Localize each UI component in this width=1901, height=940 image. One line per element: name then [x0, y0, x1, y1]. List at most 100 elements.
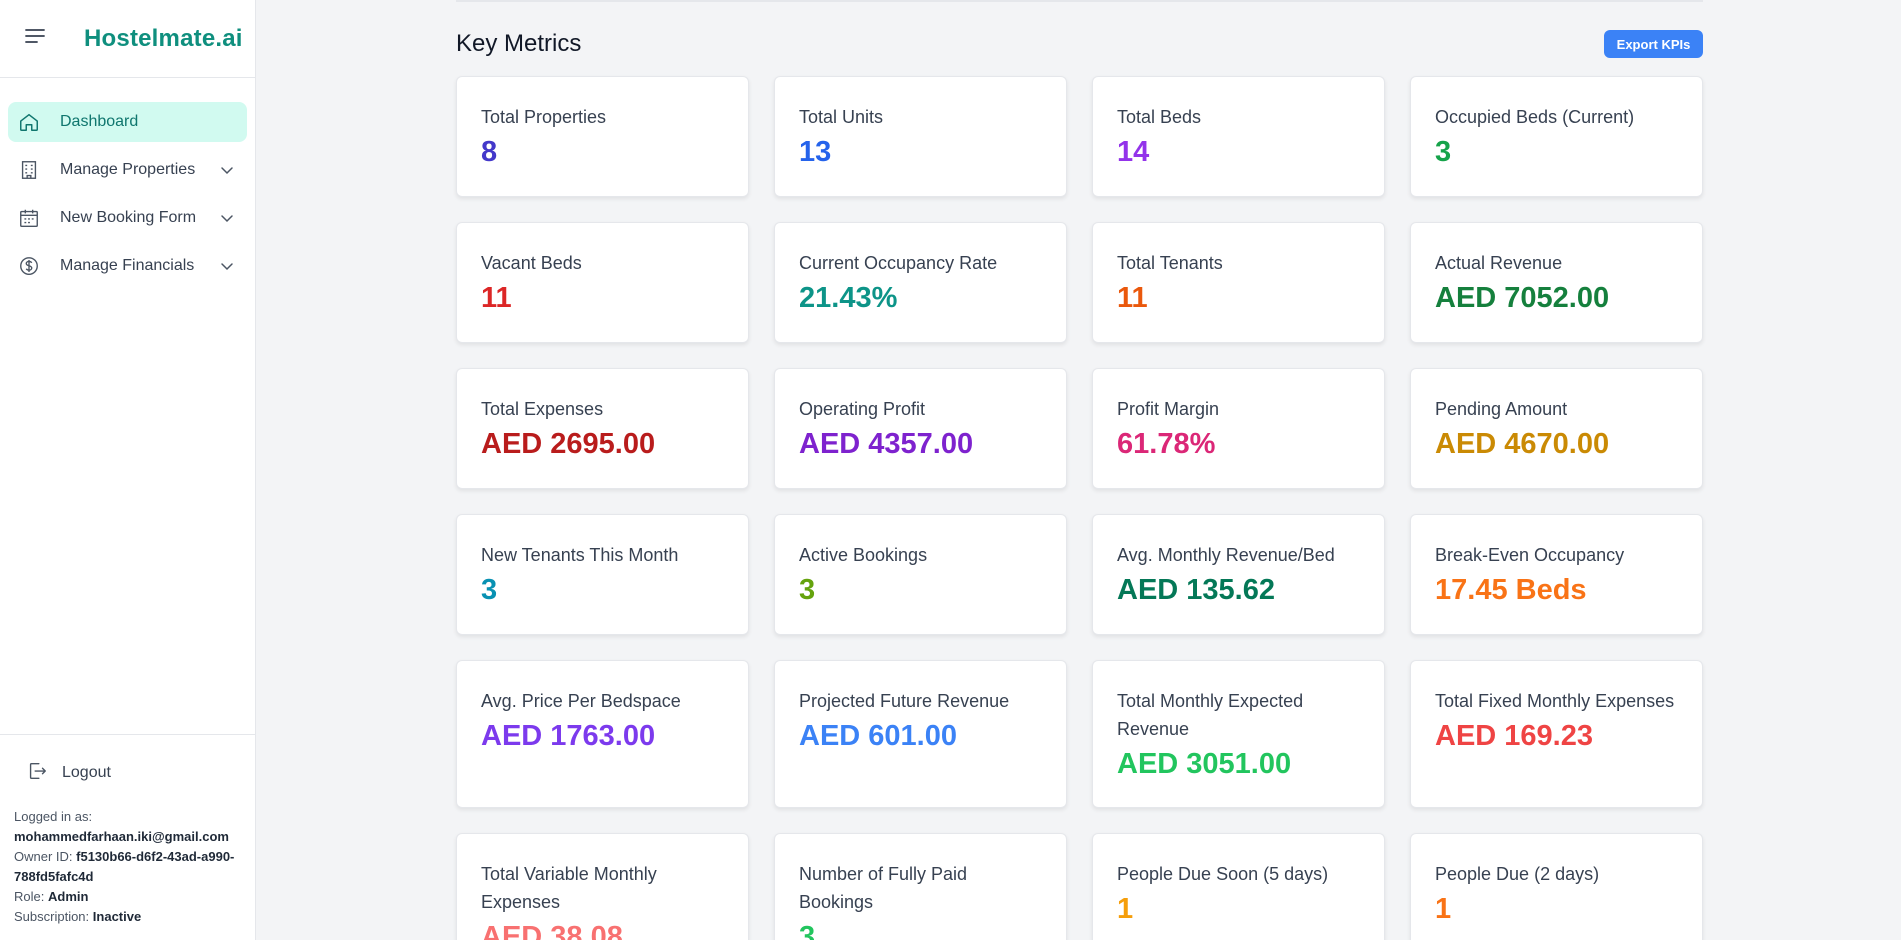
subscription-value: Inactive [92, 909, 142, 924]
metric-card: Profit Margin 61.78% [1092, 368, 1385, 489]
menu-toggle-button[interactable] [24, 28, 46, 50]
metric-value: 13 [799, 136, 832, 168]
metric-title: People Due (2 days) [1435, 864, 1600, 884]
logout-label: Logout [62, 764, 111, 781]
metric-value: AED 135.62 [1117, 574, 1275, 606]
metric-title: Total Units [799, 107, 884, 127]
home-icon [18, 111, 40, 133]
metric-title: Break-Even Occupancy [1435, 545, 1625, 565]
metric-value: AED 2695.00 [481, 428, 656, 460]
page-title: Key Metrics [456, 30, 582, 57]
metric-card: Actual Revenue AED 7052.00 [1410, 222, 1703, 343]
owner-id-label: Owner ID: [14, 849, 73, 864]
metrics-grid: Total Properties 8 Total Units 13 Total Be… [456, 76, 1704, 635]
metric-value: AED 38.08 [481, 921, 623, 940]
sidebar-item-new-booking-form[interactable]: New Booking Form [8, 198, 247, 238]
metric-value: 21.43% [799, 282, 898, 314]
metric-title: Total Properties [481, 107, 607, 127]
metric-value: 14 [1117, 136, 1150, 168]
metric-title: Number of Fully Paid Bookings [799, 864, 968, 912]
metric-title: Vacant Beds [481, 253, 582, 273]
chevron-down-icon [219, 258, 235, 274]
role-value: Admin [47, 889, 89, 904]
subscription-line: Subscription: Inactive [14, 907, 242, 927]
metric-value: AED 4357.00 [799, 428, 974, 460]
metric-value: 8 [481, 136, 498, 168]
metric-value: AED 7052.00 [1435, 282, 1610, 314]
metric-card: Total Fixed Monthly Expenses AED 169.23 [1410, 660, 1703, 808]
metric-title: Total Monthly Expected Revenue [1117, 691, 1304, 739]
calendar-icon [18, 207, 40, 229]
divider [456, 0, 1703, 2]
metric-value: AED 4670.00 [1435, 428, 1610, 460]
chevron-down-icon [219, 162, 235, 178]
sidebar-item-label: Manage Financials [60, 257, 195, 274]
metric-title: Total Variable Monthly Expenses [481, 864, 657, 912]
metric-value: 11 [481, 282, 512, 314]
metric-card: Total Tenants 11 [1092, 222, 1385, 343]
metric-value: AED 3051.00 [1117, 748, 1292, 780]
sidebar-item-label: Manage Properties [60, 161, 196, 178]
metric-title: People Due Soon (5 days) [1117, 864, 1329, 884]
metric-card: Projected Future Revenue AED 601.00 [774, 660, 1067, 808]
metric-value: 1 [1435, 893, 1452, 925]
metric-value: AED 169.23 [1435, 720, 1593, 752]
sidebar-header: Hostelmate.ai [0, 0, 255, 78]
metric-card: Total Monthly Expected Revenue AED 3051.0… [1092, 660, 1385, 808]
sidebar-item-manage-financials[interactable]: Manage Financials [8, 246, 247, 286]
subscription-label: Subscription: [14, 909, 90, 924]
metric-value: 1 [1117, 893, 1134, 925]
metric-value: 3 [1435, 136, 1452, 168]
sidebar-nav: Dashboard Manage Properties New Booking … [0, 78, 255, 286]
metric-title: Operating Profit [799, 399, 926, 419]
user-email: mohammedfarhaan.iki@gmail.com [14, 829, 229, 844]
metric-card: Total Expenses AED 2695.00 [456, 368, 749, 489]
metric-title: Total Tenants [1117, 253, 1223, 273]
metric-title: Current Occupancy Rate [799, 253, 998, 273]
role-label: Role: [14, 889, 45, 904]
logged-in-label: Logged in as: [14, 809, 93, 824]
metric-title: Pending Amount [1435, 399, 1568, 419]
metric-title: Total Expenses [481, 399, 604, 419]
metric-title: Actual Revenue [1435, 253, 1563, 273]
sidebar-item-label: Dashboard [60, 113, 139, 130]
menu-icon [25, 28, 45, 49]
metric-title: Projected Future Revenue [799, 691, 1010, 711]
role-line: Role: Admin [14, 887, 242, 907]
metric-value: 3 [481, 574, 498, 606]
metric-value: 3 [799, 574, 816, 606]
metric-title: Active Bookings [799, 545, 928, 565]
metric-card: Current Occupancy Rate 21.43% [774, 222, 1067, 343]
metric-title: Avg. Price Per Bedspace [481, 691, 681, 711]
metric-value: AED 1763.00 [481, 720, 656, 752]
metric-card: Operating Profit AED 4357.00 [774, 368, 1067, 489]
metric-value: AED 601.00 [799, 720, 957, 752]
main-content: Key Metrics Export KPIs Total Properties… [256, 0, 1901, 940]
metric-card: Active Bookings 3 [774, 514, 1067, 635]
metric-card: Total Variable Monthly Expenses AED 38.08 [456, 833, 749, 940]
metric-value: 11 [1117, 282, 1148, 314]
logout-button[interactable]: Logout [14, 759, 242, 787]
metric-card: Break-Even Occupancy 17.45 Beds [1410, 514, 1703, 635]
brand-logo[interactable]: Hostelmate.ai [84, 25, 243, 53]
metric-title: Occupied Beds (Current) [1435, 107, 1635, 127]
metric-card: Number of Fully Paid Bookings 3 [774, 833, 1067, 940]
metric-card: Vacant Beds 11 [456, 222, 749, 343]
sidebar-item-manage-properties[interactable]: Manage Properties [8, 150, 247, 190]
metric-title: Avg. Monthly Revenue/Bed [1117, 545, 1335, 565]
metric-card: Pending Amount AED 4670.00 [1410, 368, 1703, 489]
sidebar: Hostelmate.ai Dashboard Manage Propertie… [0, 0, 256, 940]
metric-title: Total Beds [1117, 107, 1202, 127]
chevron-down-icon [219, 210, 235, 226]
logout-icon [26, 760, 48, 787]
owner-id-line: Owner ID: f5130b66-d6f2-43ad-a990-788fd5… [14, 847, 242, 887]
sidebar-item-label: New Booking Form [60, 209, 197, 226]
sidebar-item-dashboard[interactable]: Dashboard [8, 102, 247, 142]
export-kpis-button[interactable]: Export KPIs [1604, 30, 1703, 58]
building-icon [18, 159, 40, 181]
metric-value: 3 [799, 921, 816, 940]
metric-card: People Due Soon (5 days) 1 [1092, 833, 1385, 940]
metric-card: People Due (2 days) 1 [1410, 833, 1703, 940]
metric-title: New Tenants This Month [481, 545, 679, 565]
metric-card: New Tenants This Month 3 [456, 514, 749, 635]
